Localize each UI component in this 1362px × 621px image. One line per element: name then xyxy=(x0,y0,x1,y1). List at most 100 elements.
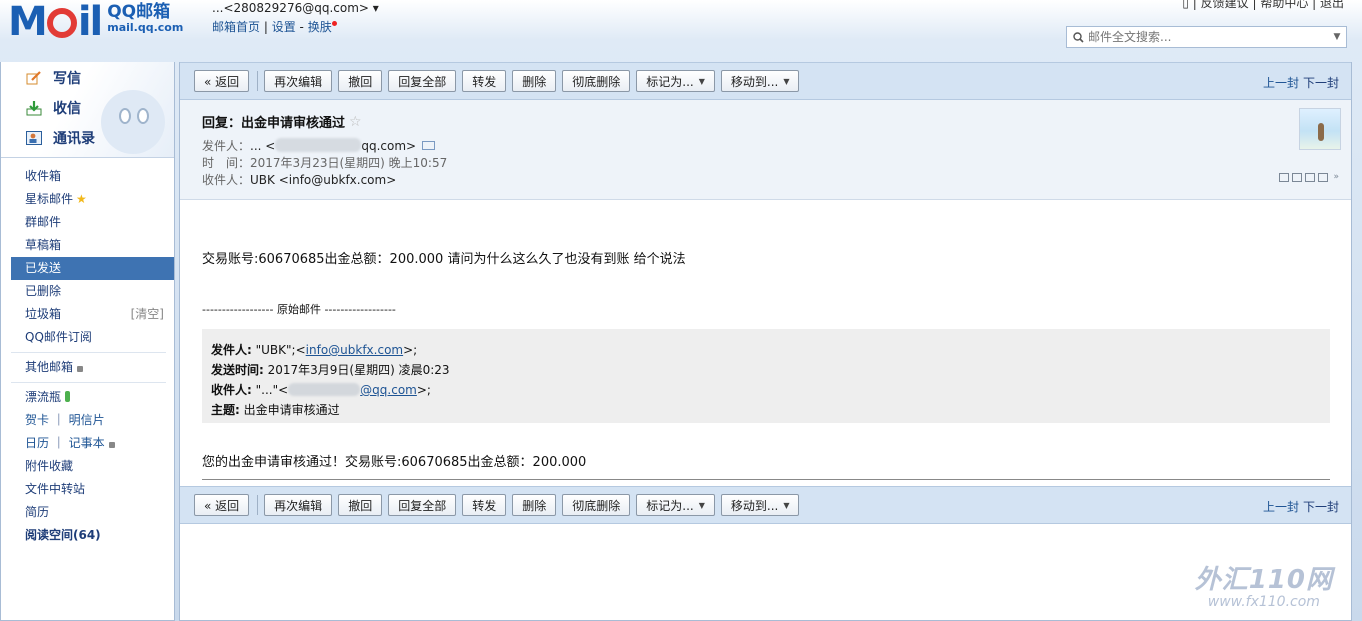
change-skin-link[interactable]: 换肤 xyxy=(308,20,332,34)
mail-body: 交易账号:60670685出金总额：200.000 请问为什么这么久了也没有到账… xyxy=(180,200,1351,480)
compose-action[interactable]: 写信 xyxy=(25,68,81,88)
quote-from-email-link[interactable]: info@ubkfx.com xyxy=(306,343,403,357)
reply-all-button[interactable]: 回复全部 xyxy=(388,70,457,92)
header: Mil QQ邮箱 mail.qq.com ...<280829276@qq.co… xyxy=(0,0,1362,62)
back-button[interactable]: « 返回 xyxy=(194,494,250,516)
receive-action[interactable]: 收信 xyxy=(25,98,81,118)
prev-mail-link[interactable]: 上一封 xyxy=(1263,500,1299,514)
top-links[interactable]: ▯ | 反馈建议 | 帮助中心 | 退出 xyxy=(1182,0,1344,11)
other-mailboxes[interactable]: 其他邮箱 xyxy=(1,356,174,379)
search-dropdown-icon[interactable]: ▼ xyxy=(1328,32,1346,42)
chevron-down-icon: ▼ xyxy=(783,500,790,510)
business-card-icon[interactable] xyxy=(422,141,436,150)
toolbar-bottom-wrapper: « 返回 再次编辑 撤回 回复全部 转发 删除 彻底删除 标记为... ▼ 移动到… xyxy=(180,486,1351,524)
full-screen-icon[interactable] xyxy=(1305,172,1316,182)
mail-to-row: 收件人：UBK <info@ubkfx.com> xyxy=(202,173,397,187)
app-calendar[interactable]: 日历 xyxy=(25,436,49,450)
pencil-icon xyxy=(25,70,43,86)
chevron-down-icon: ▼ xyxy=(698,500,705,510)
next-mail-link[interactable]: 下一封 xyxy=(1303,76,1339,90)
delete-button[interactable]: 删除 xyxy=(512,70,557,92)
app-calendar-notes: 日历 ｜ 记事本 xyxy=(1,432,174,455)
app-drift-bottle[interactable]: 漂流瓶 xyxy=(1,386,174,409)
empty-junk-link[interactable]: [清空] xyxy=(131,303,164,326)
compact-view-icon[interactable] xyxy=(1292,172,1303,182)
watermark-title: 外汇110网 xyxy=(1194,565,1333,595)
recall-button[interactable]: 撤回 xyxy=(338,494,383,516)
search-input[interactable] xyxy=(1088,30,1328,44)
app-greeting-card[interactable]: 贺卡 xyxy=(25,413,49,427)
quote-to: 收件人: "..."< @qq.com>; xyxy=(211,383,431,397)
mail-body-text: 交易账号:60670685出金总额：200.000 请问为什么这么久了也没有到账… xyxy=(202,252,686,267)
mail-toolbar-top: « 返回 再次编辑 撤回 回复全部 转发 删除 彻底删除 标记为... ▼ 移动到… xyxy=(180,62,1351,100)
sender-avatar[interactable] xyxy=(1299,108,1341,150)
reply-all-button[interactable]: 回复全部 xyxy=(388,494,457,516)
sender-email-domain: qq.com> xyxy=(361,139,417,153)
account-email[interactable]: ...<280829276@qq.com> ▾ xyxy=(212,0,379,16)
contacts-action[interactable]: 通讯录 xyxy=(25,128,95,148)
original-mail-quote: 发件人: "UBK";<info@ubkfx.com>; 发送时间: 2017年… xyxy=(202,329,1330,423)
app-reading-space[interactable]: 阅读空间(64) xyxy=(1,524,174,547)
edit-again-button[interactable]: 再次编辑 xyxy=(264,494,333,516)
folder-drafts[interactable]: 草稿箱 xyxy=(1,234,174,257)
folder-sent[interactable]: 已发送 xyxy=(11,257,174,280)
folder-junk[interactable]: 垃圾箱 [清空] xyxy=(1,303,174,326)
quoted-body-text: 您的出金申请审核通过！交易账号:60670685出金总额：200.000 xyxy=(202,455,587,470)
penguin-eye-decoration xyxy=(137,108,149,124)
mark-as-dropdown[interactable]: 标记为... ▼ xyxy=(636,494,715,516)
edit-again-button[interactable]: 再次编辑 xyxy=(264,70,333,92)
recipient[interactable]: UBK <info@ubkfx.com> xyxy=(250,173,396,187)
app-attachment-collection[interactable]: 附件收藏 xyxy=(1,455,174,478)
qq-penguin-decoration xyxy=(101,90,165,154)
logo-url: mail.qq.com xyxy=(107,21,184,34)
more-chevron-icon[interactable]: » xyxy=(1333,172,1339,182)
folder-group-mail[interactable]: 群邮件 xyxy=(1,211,174,234)
app-file-transfer[interactable]: 文件中转站 xyxy=(1,478,174,501)
permanent-delete-button[interactable]: 彻底删除 xyxy=(562,70,631,92)
forward-button[interactable]: 转发 xyxy=(462,70,507,92)
move-to-dropdown[interactable]: 移动到... ▼ xyxy=(720,70,800,92)
app-resume[interactable]: 简历 xyxy=(1,501,174,524)
new-window-icon[interactable] xyxy=(1279,172,1290,182)
app-notebook[interactable]: 记事本 xyxy=(69,436,105,450)
account-info: ...<280829276@qq.com> ▾ 邮箱首页 | 设置 - 换肤 xyxy=(212,0,379,35)
mail-navigation: 上一封 下一封 xyxy=(1263,74,1339,91)
folder-starred[interactable]: 星标邮件 ★ xyxy=(1,188,174,211)
receive-label: 收信 xyxy=(53,101,81,117)
body-divider xyxy=(202,479,1330,480)
search-icon xyxy=(1073,31,1084,43)
forward-button[interactable]: 转发 xyxy=(462,494,507,516)
delete-button[interactable]: 删除 xyxy=(512,494,557,516)
watermark-url: www.fx110.com xyxy=(1207,594,1320,610)
sidebar-quick-actions: 写信 收信 通讯录 xyxy=(1,62,174,158)
folder-inbox[interactable]: 收件箱 xyxy=(1,165,174,188)
settings-link[interactable]: 设置 xyxy=(272,20,296,34)
mail-search-box[interactable]: ▼ xyxy=(1066,26,1347,48)
qq-mail-logo[interactable]: Mil QQ邮箱 mail.qq.com xyxy=(8,0,183,44)
move-to-dropdown[interactable]: 移动到... ▼ xyxy=(720,494,800,516)
next-mail-link[interactable]: 下一封 xyxy=(1303,500,1339,514)
mail-subject: 回复：出金申请审核通过 ☆ xyxy=(202,113,362,132)
back-button[interactable]: « 返回 xyxy=(194,70,250,92)
sender-name[interactable]: ... < xyxy=(250,139,275,153)
prev-mail-link[interactable]: 上一封 xyxy=(1263,76,1299,90)
permanent-delete-button[interactable]: 彻底删除 xyxy=(562,494,631,516)
mark-as-dropdown[interactable]: 标记为... ▼ xyxy=(636,70,715,92)
mail-logo-mark: Mil xyxy=(8,0,103,45)
folder-deleted[interactable]: 已删除 xyxy=(1,280,174,303)
star-icon[interactable]: ☆ xyxy=(349,114,362,130)
folder-qq-subscriptions[interactable]: QQ邮件订阅 xyxy=(1,326,174,349)
account-links: 邮箱首页 | 设置 - 换肤 xyxy=(212,19,379,35)
folder-list: 收件箱 星标邮件 ★ 群邮件 草稿箱 已发送 已删除 垃圾箱 [清空] QQ邮件订阅 xyxy=(1,165,174,349)
mail-header: 回复：出金申请审核通过 ☆ 发件人：... < qq.com> 时 间：2017年3… xyxy=(180,100,1351,200)
quote-to-email-link[interactable]: @qq.com xyxy=(360,383,417,397)
avatar-figure xyxy=(1318,123,1324,141)
toolbar-separator xyxy=(257,495,259,515)
lock-icon xyxy=(77,366,84,372)
toolbar-separator xyxy=(257,71,259,91)
mailbox-home-link[interactable]: 邮箱首页 xyxy=(212,20,260,34)
recall-button[interactable]: 撤回 xyxy=(338,70,383,92)
print-icon[interactable] xyxy=(1318,172,1329,182)
app-postcard[interactable]: 明信片 xyxy=(69,413,105,427)
mail-reading-pane: « 返回 再次编辑 撤回 回复全部 转发 删除 彻底删除 标记为... ▼ 移动到… xyxy=(179,62,1352,621)
